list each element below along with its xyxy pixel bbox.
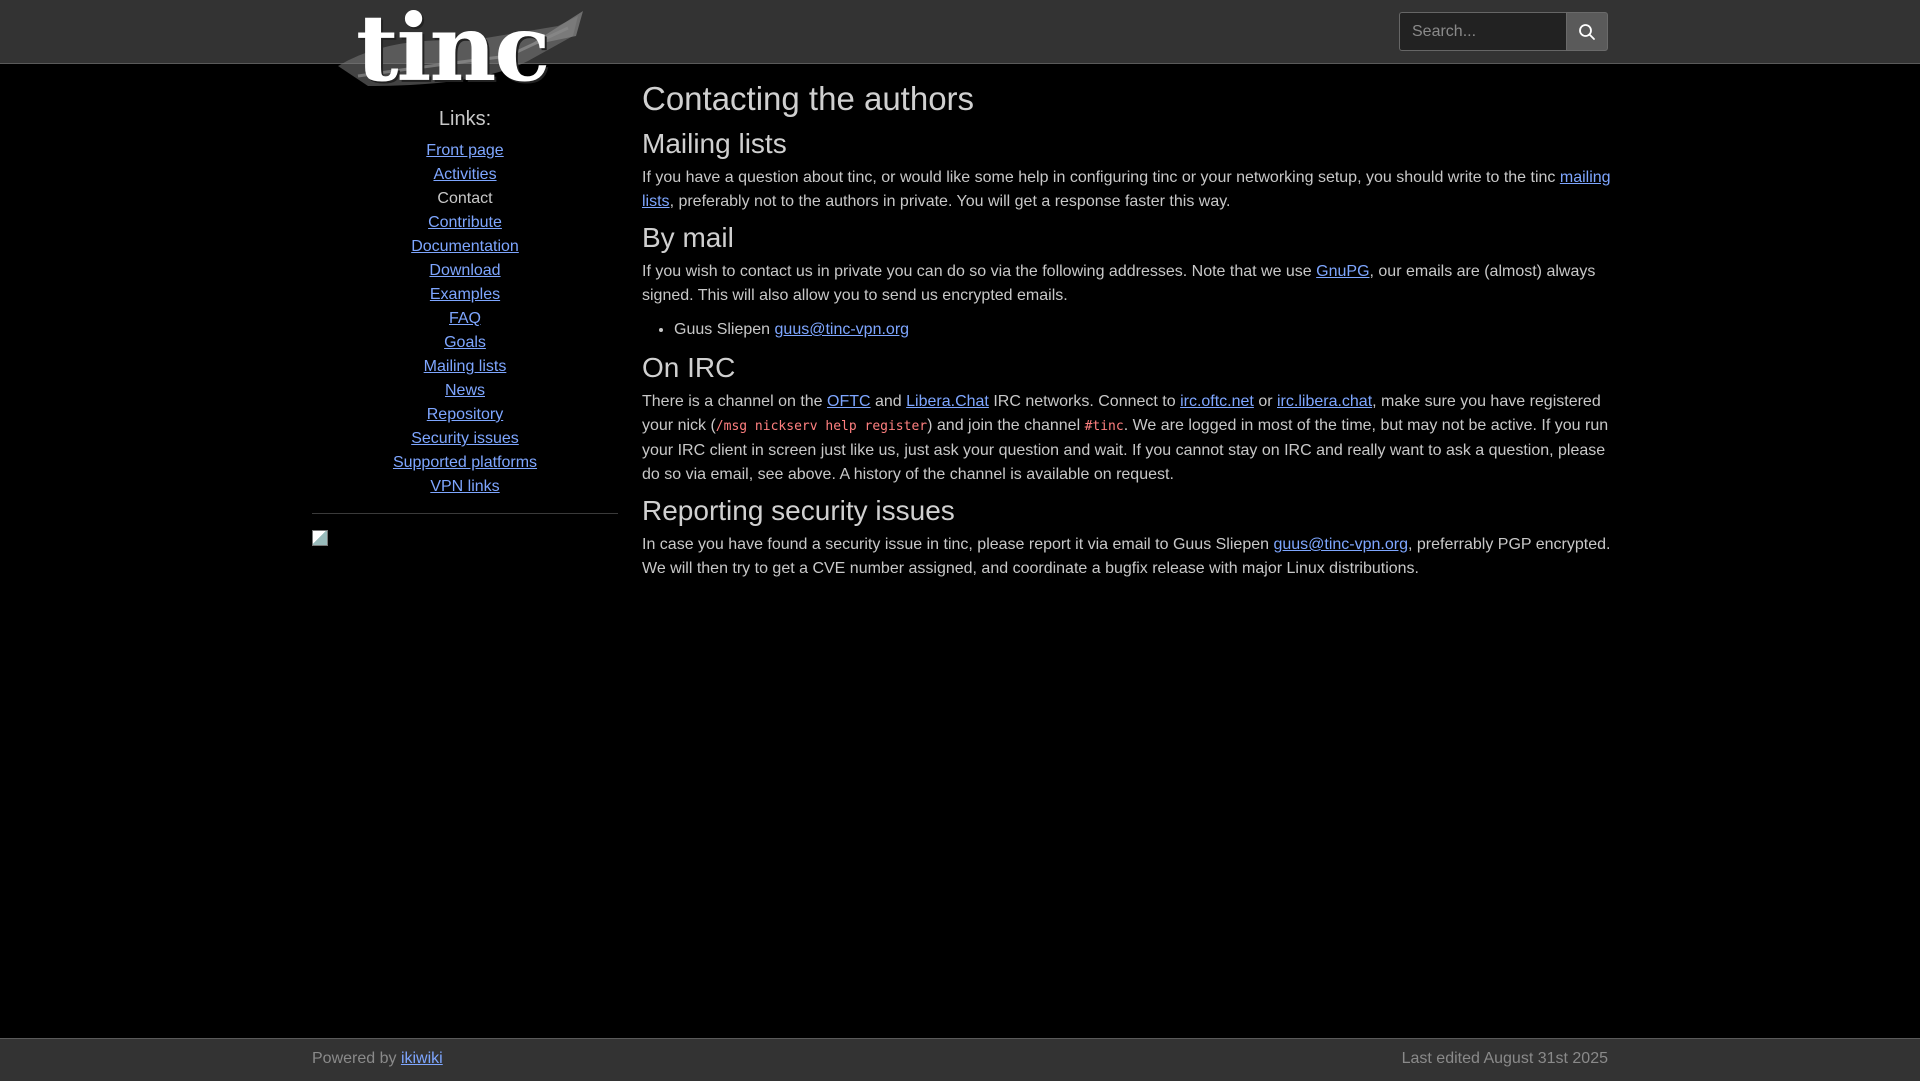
contact-list: Guus Sliepen guus@tinc-vpn.org bbox=[642, 318, 1612, 342]
sidebar-links: Front page Activities Contact Contribute… bbox=[312, 139, 618, 499]
sidebar-item-repository[interactable]: Repository bbox=[427, 406, 503, 423]
security-paragraph: In case you have found a security issue … bbox=[642, 536, 1611, 577]
sidebar-item-goals[interactable]: Goals bbox=[444, 334, 486, 351]
top-bar: tinc bbox=[0, 0, 1920, 98]
sidebar-item-front-page[interactable]: Front page bbox=[426, 142, 503, 159]
page-title: Contacting the authors bbox=[642, 80, 975, 117]
sidebar-item-documentation[interactable]: Documentation bbox=[411, 238, 519, 255]
last-edited: Last edited August 31st 2025 bbox=[1401, 1050, 1608, 1067]
sidebar-heading: Links: bbox=[438, 108, 492, 130]
sidebar-item-contact: Contact bbox=[437, 190, 493, 207]
nickserv-command: /msg nickserv help register bbox=[715, 419, 928, 434]
section-heading-on-irc: On IRC bbox=[642, 352, 736, 383]
mailing-lists-paragraph: If you have a question about tinc, or wo… bbox=[642, 169, 1611, 210]
sidebar-divider bbox=[312, 513, 618, 514]
search-input[interactable] bbox=[1399, 12, 1566, 51]
sidebar: Links: Front page Activities Contact Con… bbox=[312, 108, 618, 546]
security-email-link[interactable]: guus@tinc-vpn.org bbox=[1273, 536, 1408, 553]
channel-name: #tinc bbox=[1084, 419, 1124, 434]
irc-oftc-link[interactable]: irc.oftc.net bbox=[1180, 393, 1254, 410]
footer: Powered by ikiwiki Last edited August 31… bbox=[0, 1038, 1920, 1081]
search-button[interactable] bbox=[1566, 12, 1608, 51]
sidebar-item-faq[interactable]: FAQ bbox=[449, 310, 481, 327]
contact-email-link[interactable]: guus@tinc-vpn.org bbox=[775, 321, 910, 338]
sidebar-item-supported-platforms[interactable]: Supported platforms bbox=[393, 454, 537, 471]
list-item: Guus Sliepen guus@tinc-vpn.org bbox=[674, 318, 1612, 342]
sidebar-item-news[interactable]: News bbox=[445, 382, 485, 399]
irc-paragraph: There is a channel on the OFTC and Liber… bbox=[642, 393, 1609, 483]
search-form bbox=[1399, 12, 1608, 51]
broken-image-icon bbox=[312, 530, 328, 546]
gnupg-link[interactable]: GnuPG bbox=[1316, 263, 1369, 280]
logo-text: tinc bbox=[356, 0, 550, 102]
sidebar-item-mailing-lists[interactable]: Mailing lists bbox=[424, 358, 507, 375]
sidebar-item-examples[interactable]: Examples bbox=[430, 286, 500, 303]
sidebar-item-vpn-links[interactable]: VPN links bbox=[430, 478, 499, 495]
ikiwiki-link[interactable]: ikiwiki bbox=[401, 1050, 443, 1067]
by-mail-paragraph: If you wish to contact us in private you… bbox=[642, 263, 1596, 304]
sidebar-item-contribute[interactable]: Contribute bbox=[428, 214, 502, 231]
section-heading-security: Reporting security issues bbox=[642, 495, 955, 526]
section-heading-mailing-lists: Mailing lists bbox=[642, 128, 787, 159]
main-content: Contacting the authors Mailing lists If … bbox=[642, 78, 1612, 587]
oftc-link[interactable]: OFTC bbox=[827, 393, 871, 410]
powered-by: Powered by ikiwiki bbox=[312, 1050, 443, 1067]
site-logo[interactable]: tinc bbox=[328, 0, 588, 98]
sidebar-item-download[interactable]: Download bbox=[429, 262, 500, 279]
section-heading-by-mail: By mail bbox=[642, 222, 734, 253]
sidebar-item-activities[interactable]: Activities bbox=[433, 166, 496, 183]
sidebar-item-security-issues[interactable]: Security issues bbox=[411, 430, 519, 447]
libera-chat-link[interactable]: Libera.Chat bbox=[906, 393, 989, 410]
irc-libera-link[interactable]: irc.libera.chat bbox=[1277, 393, 1372, 410]
search-icon bbox=[1579, 23, 1595, 40]
